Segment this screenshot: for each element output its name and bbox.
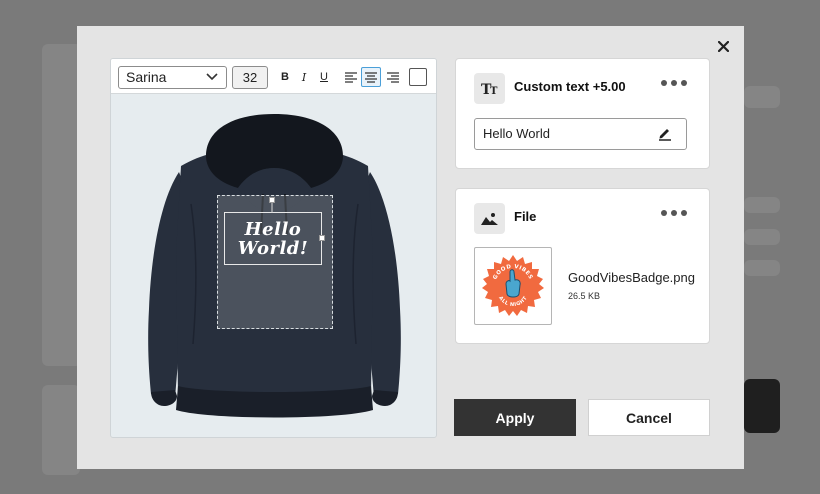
file-size: 26.5 KB xyxy=(568,291,601,301)
custom-text-more-button[interactable] xyxy=(660,75,688,91)
svg-text:T: T xyxy=(490,86,498,96)
file-card-title: File xyxy=(514,209,537,224)
text-type-icon: T T xyxy=(474,73,505,104)
custom-text-value: Hello World xyxy=(483,126,550,141)
preview-text-line-1: Hello xyxy=(244,218,302,240)
resize-handle[interactable] xyxy=(319,235,325,241)
close-icon xyxy=(717,40,729,52)
close-button[interactable] xyxy=(715,38,731,54)
file-name: GoodVibesBadge.png xyxy=(568,270,695,285)
text-layer[interactable]: Hello World! xyxy=(224,212,322,265)
align-right-button[interactable] xyxy=(383,67,403,87)
background-bar-2 xyxy=(744,197,780,213)
custom-text-input[interactable]: Hello World xyxy=(474,118,687,150)
align-center-button[interactable] xyxy=(361,67,381,87)
align-center-icon xyxy=(365,71,377,83)
cancel-button[interactable]: Cancel xyxy=(588,399,710,436)
underline-button[interactable]: U xyxy=(314,67,334,87)
text-color-swatch[interactable] xyxy=(409,68,427,86)
image-icon xyxy=(474,203,505,234)
font-family-select[interactable]: Sarina xyxy=(118,66,227,89)
chevron-down-icon xyxy=(206,73,218,81)
preview-text-line-2: World! xyxy=(237,237,309,259)
text-toolbar: Sarina 32 B I U xyxy=(111,59,436,94)
bold-button[interactable]: B xyxy=(275,67,295,87)
align-left-button[interactable] xyxy=(341,67,361,87)
align-left-icon xyxy=(345,71,357,83)
file-more-button[interactable] xyxy=(660,205,688,221)
background-dark-button xyxy=(744,379,780,433)
apply-button[interactable]: Apply xyxy=(454,399,576,436)
background-tile-1 xyxy=(42,385,80,475)
custom-text-title: Custom text +5.00 xyxy=(514,79,626,94)
design-editor: Sarina 32 B I U Hello World! xyxy=(110,58,437,438)
rotate-handle[interactable] xyxy=(269,197,275,203)
more-dots-icon xyxy=(661,210,687,216)
custom-text-card: T T Custom text +5.00 Hello World xyxy=(455,58,710,169)
align-right-icon xyxy=(387,71,399,83)
background-bar-1 xyxy=(744,86,780,108)
pencil-icon[interactable] xyxy=(658,126,672,141)
customize-modal: Sarina 32 B I U Hello World! T T Custom … xyxy=(77,26,744,469)
background-bar-4 xyxy=(744,260,780,276)
background-panel-left xyxy=(42,44,82,366)
badge-image: GOOD VIBES ALL NIGHT xyxy=(482,255,544,316)
file-thumbnail[interactable]: GOOD VIBES ALL NIGHT xyxy=(474,247,552,325)
more-dots-icon xyxy=(661,80,687,86)
italic-button[interactable]: I xyxy=(294,67,314,87)
background-bar-3 xyxy=(744,229,780,245)
design-canvas[interactable]: Hello World! xyxy=(111,94,436,437)
font-size-input[interactable]: 32 xyxy=(232,66,268,89)
file-card: File GOOD VIBES ALL NIGHT GoodVibesBadge… xyxy=(455,188,710,344)
font-family-value: Sarina xyxy=(126,69,167,85)
